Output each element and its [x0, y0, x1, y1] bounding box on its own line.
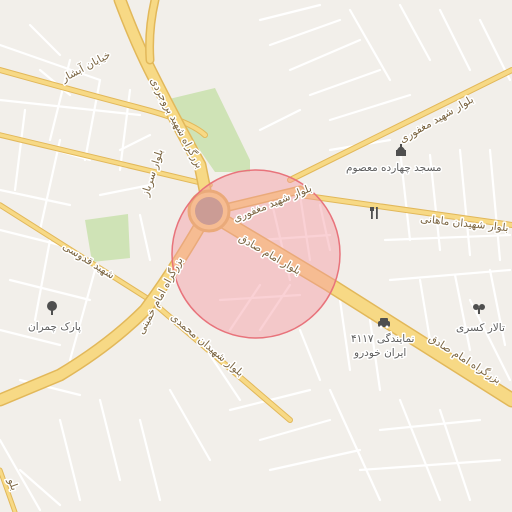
label-khiaban-abshar: خیابان آبشار [58, 48, 112, 85]
poi-namayandegi-line2: ایران خودرو [353, 347, 406, 359]
park-icon [47, 301, 57, 315]
mosque-icon [396, 144, 406, 156]
map-view[interactable]: خیابان آبشار بزرگراه شهید بروجردی بلوار … [0, 0, 512, 512]
poi-talar-label: تالار کسری [456, 322, 505, 334]
poi-namayandegi-line1: نمایندگی ۴۱۱۷ [351, 332, 414, 345]
poi-park-chamran-label: پارک چمران [28, 321, 81, 333]
restaurant-icon [370, 207, 378, 219]
poi-masjed-label: مسجد چهارده معصوم [346, 162, 441, 174]
banquet-hall-icon [473, 304, 485, 314]
search-radius-circle[interactable] [171, 169, 341, 339]
park-area-west [85, 214, 130, 262]
map-canvas[interactable]: خیابان آبشار بزرگراه شهید بروجردی بلوار … [0, 0, 512, 512]
poi-restaurant[interactable] [370, 207, 378, 219]
